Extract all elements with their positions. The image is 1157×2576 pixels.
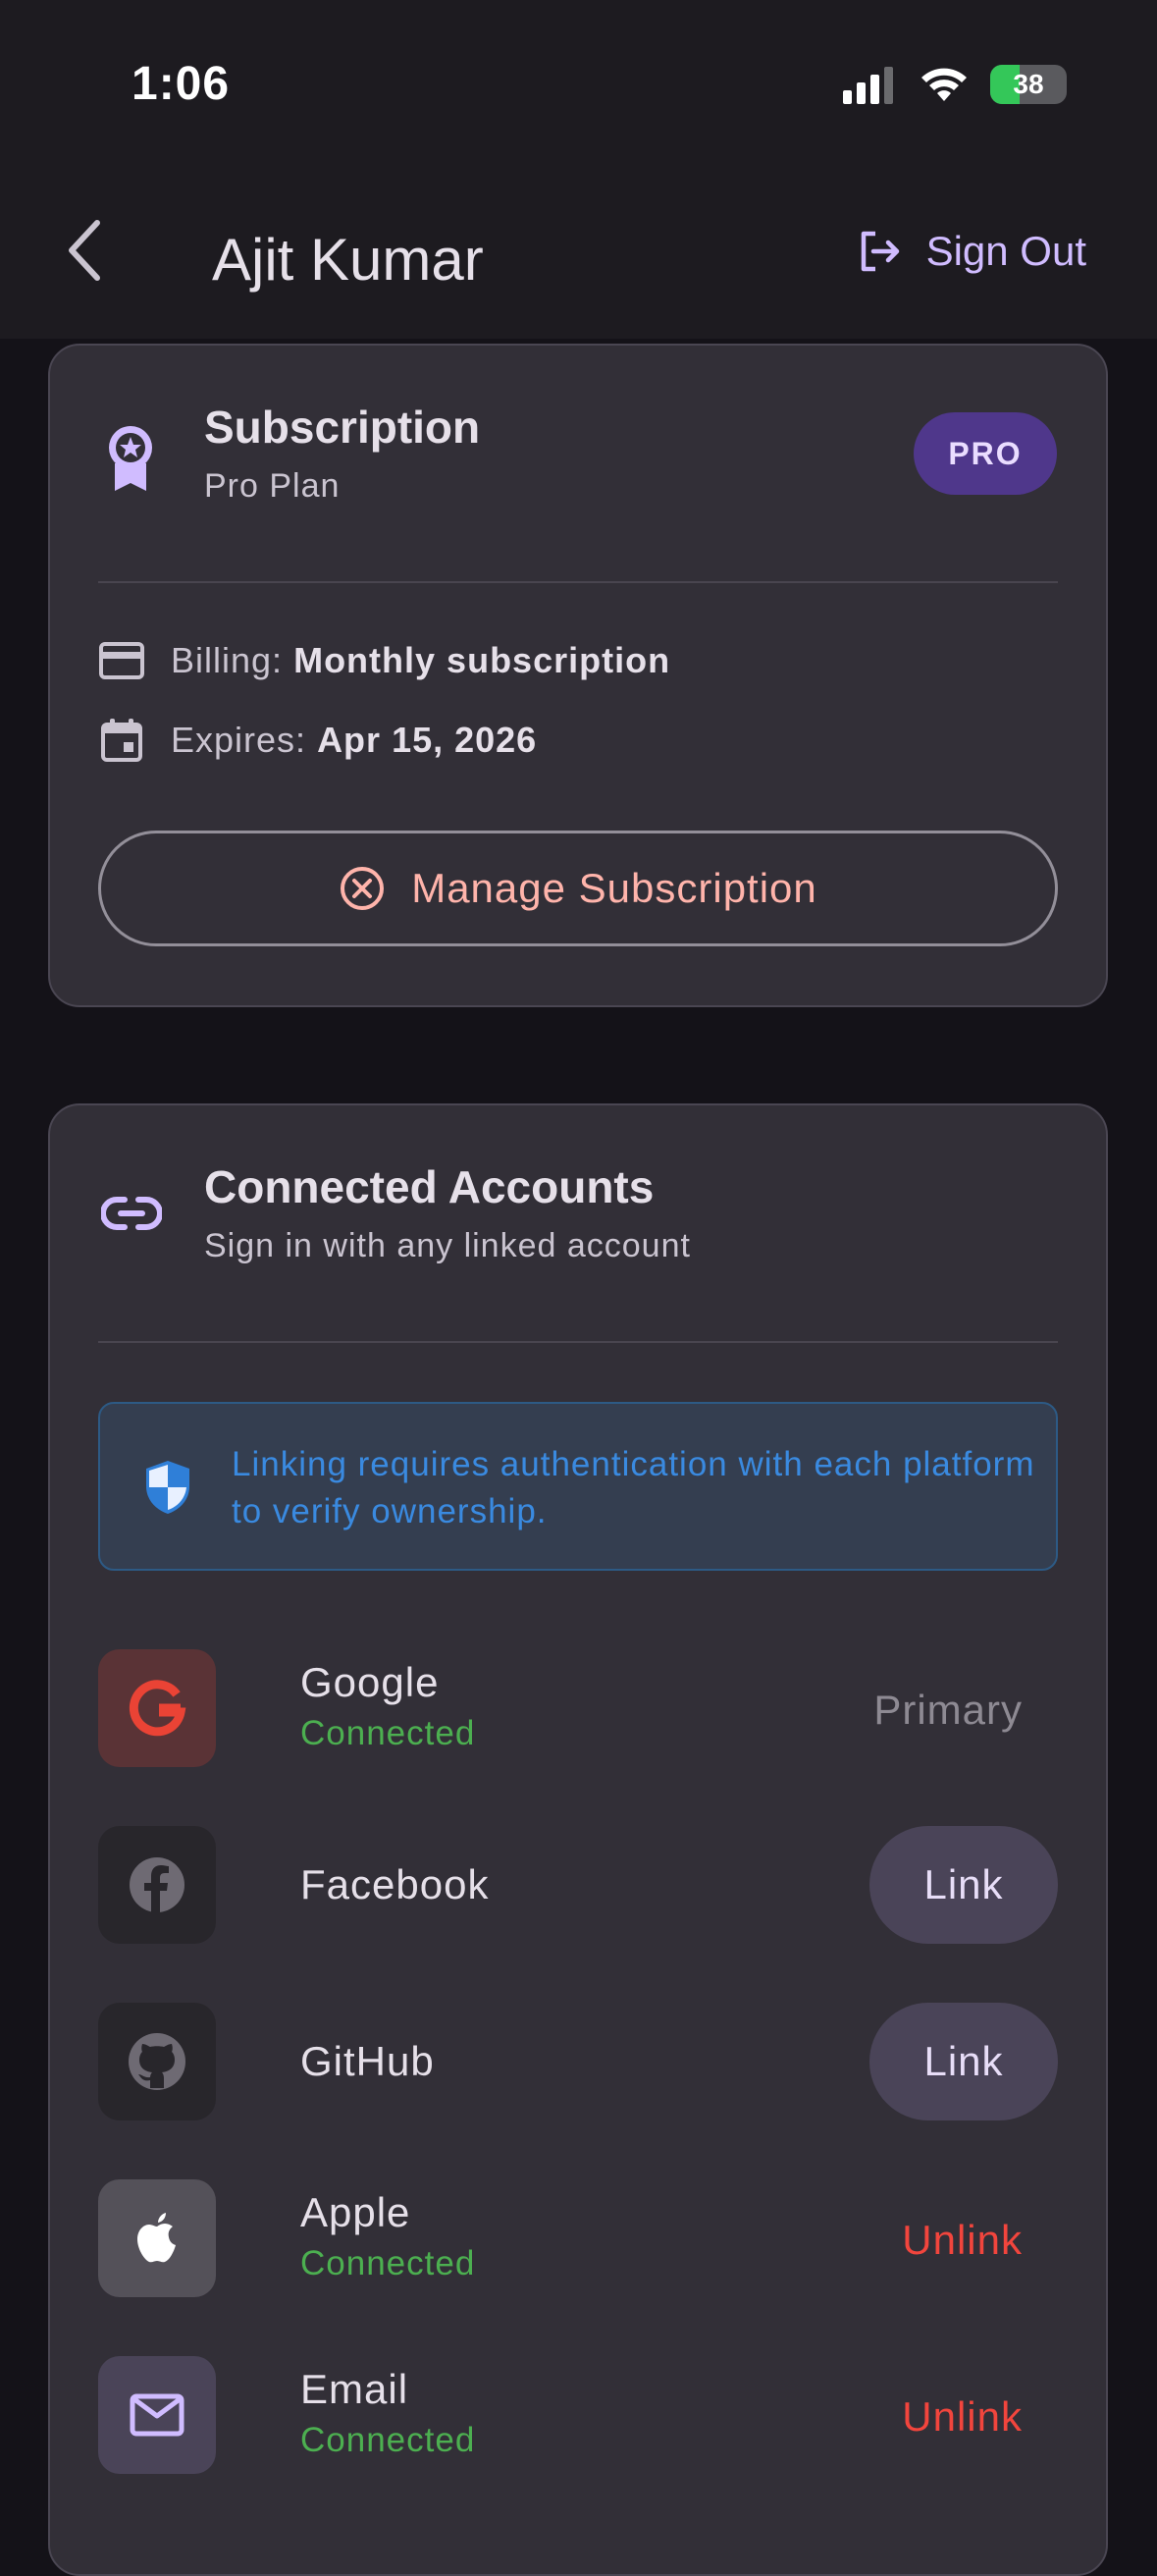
status-time: 1:06 (131, 58, 231, 110)
expires-row: Expires: Apr 15, 2026 (98, 717, 537, 764)
billing-row: Billing: Monthly subscription (98, 640, 670, 681)
google-tile (98, 1649, 216, 1767)
email-tile (98, 2356, 216, 2474)
subscription-title: Subscription (204, 402, 481, 453)
github-icon (129, 2033, 185, 2090)
link-facebook-button[interactable]: Link (869, 1826, 1058, 1944)
primary-label: Primary (873, 1687, 1023, 1733)
github-tile (98, 2003, 216, 2120)
pro-badge: PRO (914, 412, 1057, 495)
account-status: Connected (300, 1714, 476, 1752)
credit-card-icon (99, 642, 144, 679)
chevron-left-icon (69, 220, 100, 281)
facebook-icon (130, 1857, 184, 1912)
subscription-card: Subscription Pro Plan PRO Billing: Month… (48, 344, 1108, 1007)
page-title: Ajit Kumar (212, 227, 484, 293)
apple-icon (137, 2213, 176, 2263)
app-bar: Ajit Kumar Sign Out (0, 147, 1157, 339)
sign-out-button[interactable]: Sign Out (856, 228, 1086, 275)
link-icon (101, 1197, 162, 1230)
info-notice-text: Linking requires authentication with eac… (232, 1445, 1035, 1530)
expires-label: Expires: (171, 720, 307, 760)
mail-icon (130, 2393, 184, 2437)
back-button[interactable] (49, 216, 118, 285)
account-name: GitHub (300, 2038, 435, 2084)
manage-subscription-button[interactable]: Manage Subscription (98, 831, 1058, 946)
account-name: Apple (300, 2189, 411, 2235)
account-row-email: Email Connected Unlink (98, 2356, 1058, 2474)
sign-out-label: Sign Out (925, 228, 1086, 274)
info-notice: Linking requires authentication with eac… (98, 1402, 1058, 1571)
status-bar: 1:06 38 (0, 0, 1157, 147)
subscription-plan: Pro Plan (204, 467, 341, 505)
connected-accounts-card: Connected Accounts Sign in with any link… (48, 1103, 1108, 2576)
account-row-apple: Apple Connected Unlink (98, 2179, 1058, 2297)
logout-icon (861, 231, 899, 272)
facebook-tile (98, 1826, 216, 1944)
subscription-divider (98, 581, 1058, 583)
cancel-circle-icon (341, 867, 385, 910)
battery-level: 38 (1013, 69, 1044, 99)
shield-icon (146, 1461, 189, 1514)
account-status: Connected (300, 2244, 476, 2282)
manage-subscription-label: Manage Subscription (411, 865, 817, 911)
battery-indicator: 38 (990, 65, 1067, 104)
billing-label: Billing: (171, 640, 284, 680)
wifi-icon (921, 68, 967, 101)
connected-divider (98, 1341, 1058, 1343)
account-row-facebook: Facebook Link (98, 1826, 1058, 1944)
connected-title: Connected Accounts (204, 1161, 655, 1212)
link-github-button[interactable]: Link (869, 2003, 1058, 2120)
google-icon (129, 1680, 186, 1737)
award-icon (109, 426, 152, 491)
status-icons: 38 (843, 65, 1067, 104)
signal-icon (843, 67, 893, 104)
calendar-icon (101, 719, 142, 762)
account-name: Facebook (300, 1861, 490, 1907)
account-name: Email (300, 2366, 409, 2412)
account-status: Connected (300, 2421, 476, 2459)
connected-subtitle: Sign in with any linked account (204, 1227, 691, 1264)
account-row-google: Google Connected Primary (98, 1649, 1058, 1767)
unlink-apple-button[interactable]: Unlink (902, 2217, 1023, 2264)
apple-tile (98, 2179, 216, 2297)
account-row-github: GitHub Link (98, 2003, 1058, 2120)
account-name: Google (300, 1659, 440, 1705)
billing-value: Monthly subscription (293, 640, 671, 680)
expires-value: Apr 15, 2026 (317, 720, 538, 760)
unlink-email-button[interactable]: Unlink (902, 2393, 1023, 2441)
